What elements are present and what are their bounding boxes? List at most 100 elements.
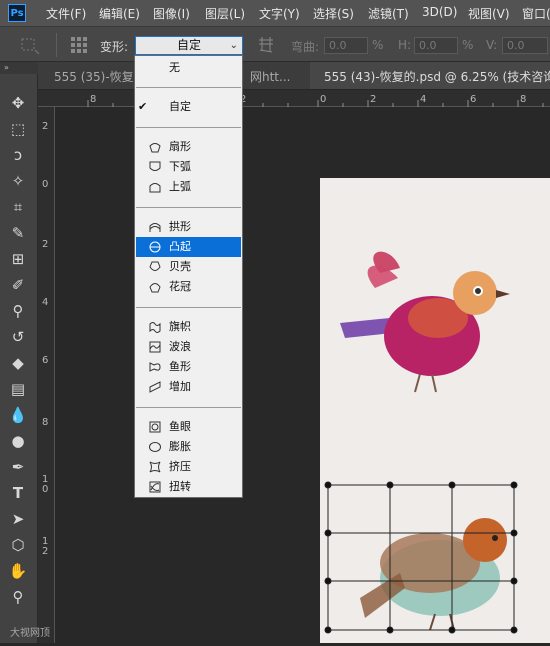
transform-tool-icon [21, 38, 40, 55]
tab-document-35[interactable]: 555 (35)-恢复的 [54, 68, 146, 85]
path-selection-tool-icon[interactable]: ➤ [6, 508, 30, 530]
warp-option-arc-lower[interactable]: 下弧 [136, 157, 241, 177]
warp-option-squeeze[interactable]: 挤压 [136, 457, 241, 477]
ruler-label: 2 [42, 121, 49, 132]
menu-3d[interactable]: 3D(D) [422, 5, 457, 19]
v-label: V: [486, 38, 498, 52]
warp-option-arc-upper[interactable]: 上弧 [136, 177, 241, 197]
warp-style-select[interactable]: 自定 ⌄ [135, 36, 243, 55]
history-brush-tool-icon[interactable]: ↺ [6, 326, 30, 348]
warp-option-flag[interactable]: 旗帜 [136, 317, 241, 337]
bend-input[interactable]: 0.0 [324, 37, 368, 54]
tab-document-43[interactable]: 555 (43)-恢复的.psd @ 6.25% (技术咨询, [324, 68, 550, 85]
warp-orientation-icon[interactable] [256, 34, 276, 54]
type-tool-icon[interactable]: T [6, 482, 30, 504]
blur-tool-icon[interactable]: 💧 [6, 404, 30, 426]
brush-tool-icon[interactable]: ✐ [6, 274, 30, 296]
document-canvas[interactable] [320, 178, 550, 643]
horizontal-ruler: 8 6 4 2 0 2 4 6 8 [38, 90, 550, 107]
zoom-tool-icon[interactable]: ⚲ [6, 586, 30, 608]
menu-separator [136, 407, 241, 408]
tab-document-web[interactable]: 网htt... [250, 68, 290, 85]
pen-tool-icon[interactable]: ✒ [6, 456, 30, 478]
tools-panel: » ✥ ⬚ ↄ ✧ ⌗ ✎ ⊞ ✐ ⚲ ↺ ◆ ▤ 💧 ● ✒ T ➤ ⬡ ✋ … [0, 62, 38, 643]
healing-brush-tool-icon[interactable]: ⊞ [6, 248, 30, 270]
h-unit: % [462, 38, 474, 52]
warp-option-inflate[interactable]: 膨胀 [136, 437, 241, 457]
menu-separator [136, 127, 241, 128]
ruler-label: 1 0 [42, 474, 49, 495]
menu-bar: Ps 文件(F) 编辑(E) 图像(I) 图层(L) 文字(Y) 选择(S) 滤… [0, 0, 550, 26]
divider [56, 33, 57, 57]
shape-tool-icon[interactable]: ⬡ [6, 534, 30, 556]
flag-icon [149, 322, 161, 333]
dodge-tool-icon[interactable]: ● [6, 430, 30, 452]
lasso-tool-icon[interactable]: ↄ [6, 144, 30, 166]
menu-view[interactable]: 视图(V) [468, 5, 510, 22]
warp-option-shell-lower[interactable]: 贝壳 [136, 257, 241, 277]
warp-option-custom[interactable]: ✔ 自定 [136, 97, 241, 117]
fish-icon [149, 362, 161, 372]
eraser-tool-icon[interactable]: ◆ [6, 352, 30, 374]
menu-filter[interactable]: 滤镜(T) [368, 5, 409, 22]
chevron-down-icon: ⌄ [229, 40, 238, 51]
menu-type[interactable]: 文字(Y) [259, 5, 300, 22]
fisheye-icon [149, 421, 161, 433]
warp-option-arch[interactable]: 拱形 [136, 217, 241, 237]
watercolor-bird-top [340, 251, 510, 393]
ps-logo-icon: Ps [8, 4, 26, 22]
checkmark-icon: ✔ [138, 100, 148, 113]
menu-layer[interactable]: 图层(L) [205, 5, 245, 22]
warp-option-arc[interactable]: 扇形 [136, 137, 241, 157]
menu-edit[interactable]: 编辑(E) [99, 5, 140, 22]
warp-option-fish[interactable]: 鱼形 [136, 357, 241, 377]
menu-select[interactable]: 选择(S) [313, 5, 354, 22]
watercolor-bird-bottom [360, 518, 507, 631]
inflate-icon [149, 442, 161, 452]
twist-icon [149, 481, 161, 493]
warp-option-shell-upper[interactable]: 花冠 [136, 277, 241, 297]
eyedropper-tool-icon[interactable]: ✎ [6, 222, 30, 244]
shell-upper-icon [149, 283, 161, 293]
clone-stamp-tool-icon[interactable]: ⚲ [6, 300, 30, 322]
move-tool-icon[interactable]: ✥ [6, 92, 30, 114]
reference-point-icon[interactable] [70, 36, 88, 54]
menu-image[interactable]: 图像(I) [153, 5, 190, 22]
menu-file[interactable]: 文件(F) [46, 5, 86, 22]
warp-option-rise[interactable]: 增加 [136, 377, 241, 397]
warp-option-fisheye[interactable]: 鱼眼 [136, 417, 241, 437]
menu-window[interactable]: 窗口( [522, 5, 550, 22]
arc-icon [149, 143, 161, 153]
menu-separator [136, 207, 241, 208]
warp-option-none[interactable]: 无 [136, 58, 241, 78]
ruler-label: 6 [42, 355, 49, 366]
magic-wand-tool-icon[interactable]: ✧ [6, 170, 30, 192]
warp-style-dropdown: 无 ✔ 自定 扇形 下弧 上弧 拱形 凸起 贝壳 花冠 旗帜 波浪 鱼形 增加 … [134, 55, 243, 498]
ruler-label: 4 [42, 297, 49, 308]
shell-lower-icon [149, 261, 161, 271]
arc-lower-icon [149, 161, 161, 171]
watermark: 大视网顶 [10, 628, 50, 639]
h-input[interactable]: 0.0 [414, 37, 458, 54]
vertical-ruler: 2 0 2 4 6 8 1 0 1 2 [38, 107, 55, 643]
crop-tool-icon[interactable]: ⌗ [6, 196, 30, 218]
warp-option-bulge[interactable]: 凸起 [136, 237, 241, 257]
rise-icon [149, 381, 161, 393]
v-input[interactable]: 0.0 [502, 37, 548, 54]
warp-option-twist[interactable]: 扭转 [136, 477, 241, 497]
marquee-tool-icon[interactable]: ⬚ [6, 118, 30, 140]
arc-upper-icon [149, 183, 161, 193]
arch-icon [149, 223, 161, 232]
collapse-icon[interactable]: » [0, 62, 38, 74]
warp-option-wave[interactable]: 波浪 [136, 337, 241, 357]
warp-label: 变形: [100, 40, 129, 54]
gradient-tool-icon[interactable]: ▤ [6, 378, 30, 400]
artwork [324, 251, 518, 634]
menu-separator [136, 87, 241, 88]
bulge-icon [149, 241, 161, 253]
hand-tool-icon[interactable]: ✋ [6, 560, 30, 582]
menu-separator [136, 307, 241, 308]
options-bar: 变形: 自定 ⌄ 弯曲: 0.0 % H: 0.0 % V: 0.0 [0, 26, 550, 62]
ruler-label: 0 [42, 179, 49, 190]
ruler-ticks [87, 100, 544, 107]
